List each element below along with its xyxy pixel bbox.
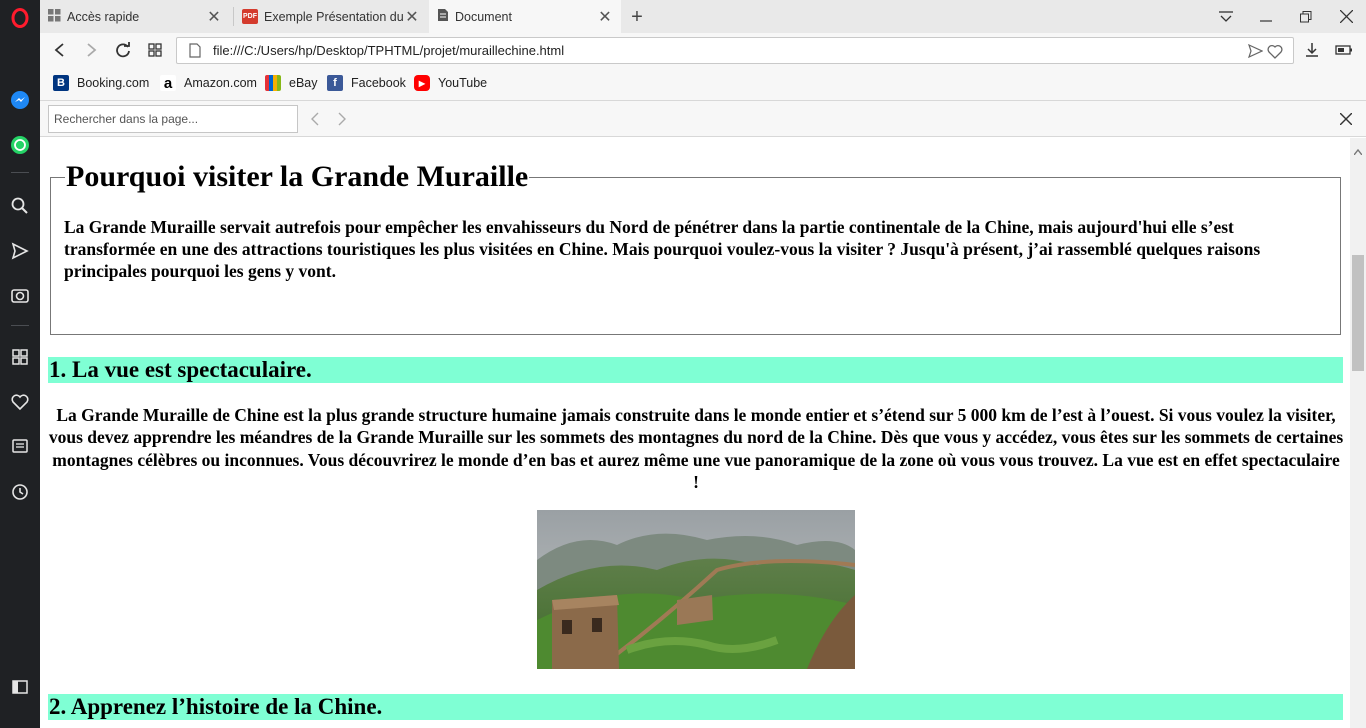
find-next-icon[interactable] [337,112,347,131]
file-icon [189,43,201,63]
pdf-icon: PDF [242,9,258,24]
facebook-icon: f [327,75,343,91]
find-input[interactable] [48,105,298,133]
download-icon[interactable] [1300,38,1324,62]
tab-label: Document [455,9,512,24]
section-paragraph-1: La Grande Muraille de Chine est la plus … [48,405,1344,492]
find-previous-icon[interactable] [310,112,320,131]
bookmark-label: Booking.com [77,76,150,90]
send-icon[interactable] [8,239,32,263]
scroll-up-icon[interactable] [1353,142,1363,160]
bookmark-youtube[interactable]: ▶ YouTube [414,74,487,92]
scroll-thumb[interactable] [1352,255,1364,371]
new-tab-button[interactable]: + [625,5,649,29]
bookmarks-bar: B Booking.com a Amazon.com eBay f Facebo… [40,67,1366,100]
ebay-icon [265,75,281,91]
minimize-button[interactable] [1246,0,1286,33]
back-button[interactable] [48,38,72,62]
section-heading-2: 2. Apprenez l’histoire de la Chine. [48,694,1343,720]
youtube-icon: ▶ [414,75,430,91]
reload-button[interactable] [111,38,135,62]
tab-menu-icon[interactable] [1206,0,1246,33]
bookmark-heart-icon[interactable] [1267,44,1283,64]
amazon-icon: a [160,75,176,92]
tab-speed-dial[interactable]: Accès rapide ✕ [40,0,230,33]
bookmark-label: YouTube [438,76,488,90]
page-scrollbar[interactable] [1350,138,1366,728]
close-icon[interactable]: ✕ [206,7,222,27]
tab-label: Accès rapide [67,9,140,24]
bookmark-label: eBay [289,76,318,90]
bookmark-label: Facebook [351,76,406,90]
camera-icon[interactable] [8,283,32,307]
tab-document[interactable]: Document ✕ [429,0,621,33]
news-icon[interactable] [8,434,32,458]
bookmark-booking[interactable]: B Booking.com [53,74,149,92]
bookmark-ebay[interactable]: eBay [265,74,318,92]
close-icon[interactable]: ✕ [597,7,613,27]
booking-icon: B [53,75,69,91]
document-icon [437,8,449,25]
restore-button[interactable] [1286,0,1326,33]
tabs-grid-icon[interactable] [143,38,167,62]
whatsapp-icon[interactable] [8,133,32,157]
search-icon[interactable] [8,194,32,218]
tab-strip: Accès rapide ✕ PDF Exemple Présentation … [40,0,1366,33]
grid-icon[interactable] [8,345,32,369]
intro-paragraph: La Grande Muraille servait autrefois pou… [64,217,1261,281]
send-page-icon[interactable] [1247,43,1264,63]
messenger-icon[interactable] [8,88,32,112]
speed-dial-icon [48,8,61,25]
tab-pdf[interactable]: PDF Exemple Présentation du p ✕ [234,0,428,33]
bookmark-label: Amazon.com [184,76,257,90]
bookmark-facebook[interactable]: f Facebook [327,74,406,92]
opera-logo-icon[interactable] [8,6,32,30]
opera-sidebar [0,0,40,728]
navigation-bar: file:///C:/Users/hp/Desktop/TPHTML/proje… [40,33,1366,67]
sidebar-toggle-icon[interactable] [8,675,32,699]
fieldset-legend: Pourquoi visiter la Grande Muraille [66,160,529,193]
forward-button[interactable] [79,38,103,62]
history-icon[interactable] [8,480,32,504]
great-wall-photo [537,510,855,669]
tab-label: Exemple Présentation du p [264,9,404,24]
close-window-button[interactable] [1326,0,1366,33]
bookmark-amazon[interactable]: a Amazon.com [160,74,257,92]
battery-icon[interactable] [1332,38,1356,62]
close-icon[interactable]: ✕ [404,7,420,27]
address-bar[interactable]: file:///C:/Users/hp/Desktop/TPHTML/proje… [176,37,1294,64]
find-close-icon[interactable] [1339,112,1353,130]
heart-icon[interactable] [8,390,32,414]
url-text[interactable]: file:///C:/Users/hp/Desktop/TPHTML/proje… [213,43,564,58]
section-heading-1: 1. La vue est spectaculaire. [48,357,1343,383]
find-bar [40,100,1366,137]
page-content: Pourquoi visiter la Grande Muraille La G… [40,138,1350,728]
